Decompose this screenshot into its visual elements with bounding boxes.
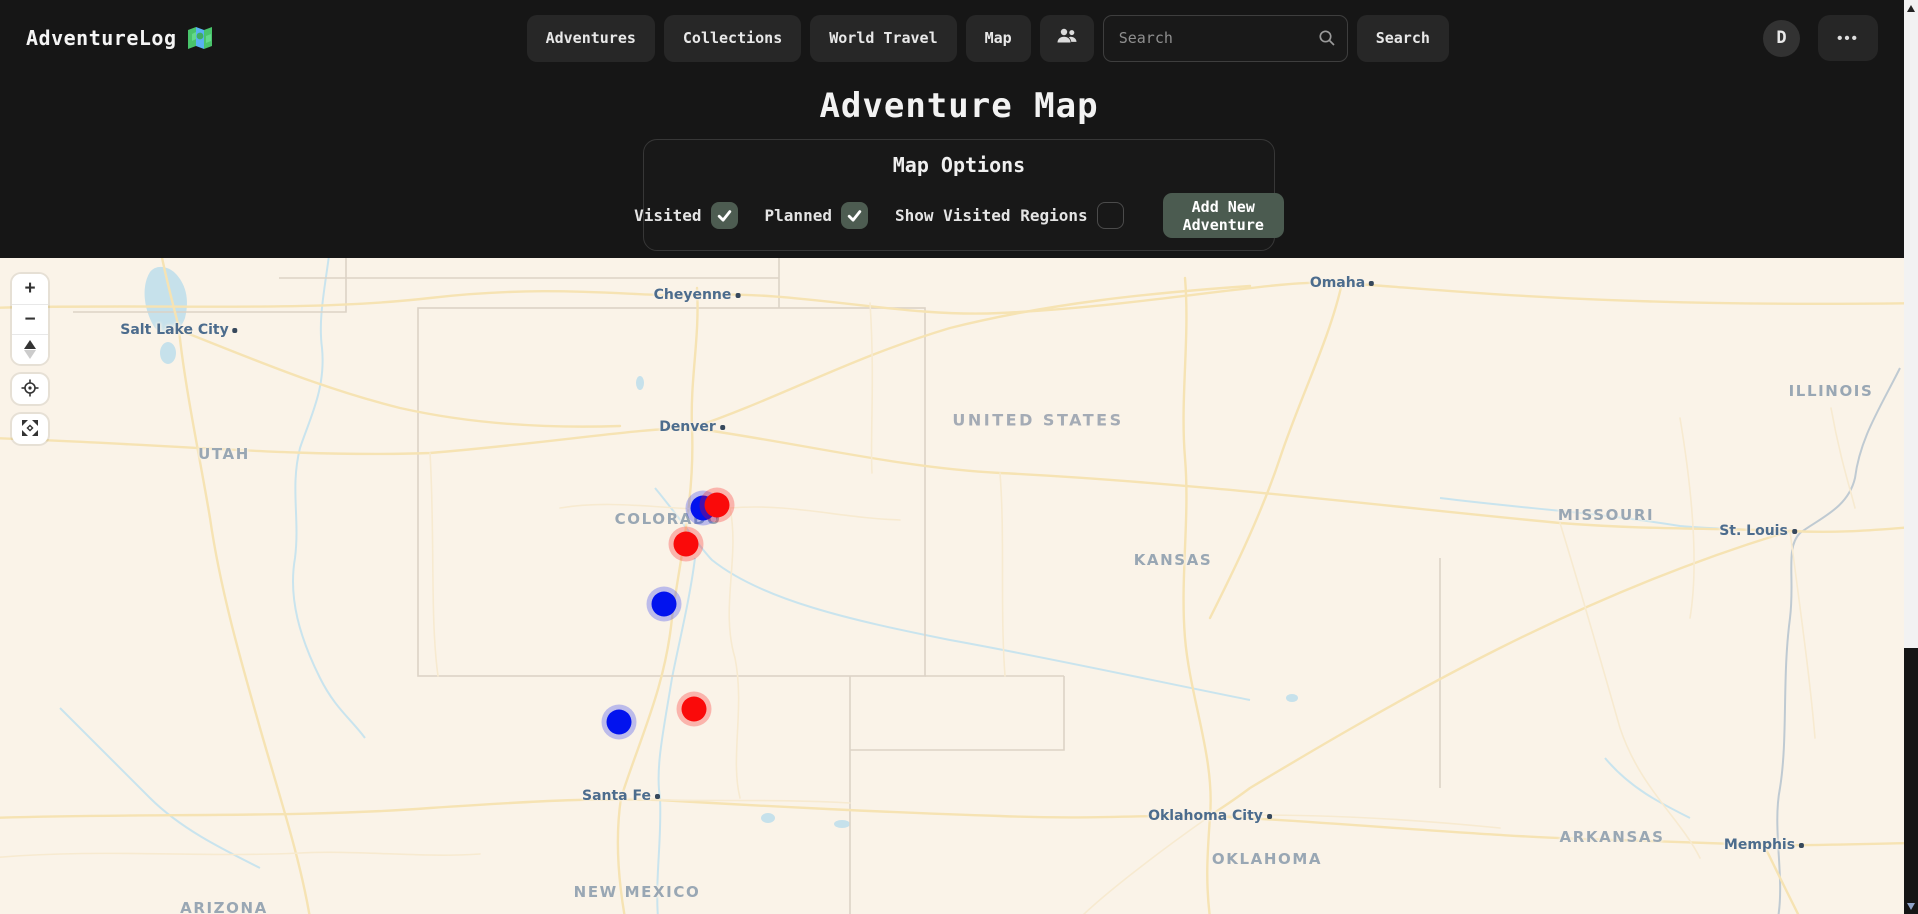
geolocate-button[interactable] xyxy=(12,374,48,404)
city-label-st--louis: St. Louis xyxy=(1719,523,1797,539)
state-label-arkansas: ARKANSAS xyxy=(1560,828,1665,846)
brand-name: AdventureLog xyxy=(26,26,177,50)
city-label-cheyenne-text: Cheyenne xyxy=(654,287,732,303)
state-label-new-mexico: NEW MEXICO xyxy=(574,883,701,901)
state-label-arizona: ARIZONA xyxy=(180,899,268,914)
toggle-show-visited-regions: Show Visited Regions xyxy=(895,202,1124,229)
state-label-oklahoma: OKLAHOMA xyxy=(1212,850,1322,868)
city-label-oklahoma-city-text: Oklahoma City xyxy=(1148,808,1263,824)
toggle-label: Planned xyxy=(765,206,832,225)
city-label-omaha: Omaha xyxy=(1310,275,1374,291)
city-dot xyxy=(720,425,725,430)
state-label-kansas: KANSAS xyxy=(1134,551,1213,569)
city-label-santa-fe-text: Santa Fe xyxy=(582,788,651,804)
state-label-missouri: MISSOURI xyxy=(1558,506,1654,524)
map-options-row: VisitedPlannedShow Visited RegionsAdd Ne… xyxy=(662,193,1256,238)
adventure-marker-blue[interactable] xyxy=(652,592,677,617)
visited-checkbox[interactable] xyxy=(711,202,738,229)
fullscreen-icon xyxy=(21,419,39,440)
state-label-kansas-text: KANSAS xyxy=(1134,551,1213,569)
search-button[interactable]: Search xyxy=(1357,15,1449,62)
city-dot xyxy=(233,328,238,333)
city-dot xyxy=(1799,843,1804,848)
add-new-adventure-button[interactable]: Add New Adventure xyxy=(1163,193,1284,238)
users-button[interactable] xyxy=(1040,15,1094,62)
state-label-arizona-text: ARIZONA xyxy=(180,899,268,914)
fullscreen-button[interactable] xyxy=(12,414,48,444)
zoom-in-button[interactable]: + xyxy=(12,274,48,304)
city-dot xyxy=(1792,529,1797,534)
toggle-label: Visited xyxy=(634,206,701,225)
nav-right: D ••• xyxy=(1763,15,1878,61)
state-label-illinois: ILLINOIS xyxy=(1789,382,1874,400)
users-icon xyxy=(1056,27,1078,49)
brand[interactable]: AdventureLog xyxy=(26,26,213,50)
city-label-salt-lake-city: Salt Lake City xyxy=(120,322,237,338)
city-label-santa-fe: Santa Fe xyxy=(582,788,660,804)
nav-adventures-button[interactable]: Adventures xyxy=(527,15,655,62)
compass-south-icon xyxy=(24,350,36,359)
nav-world-travel-button[interactable]: World Travel xyxy=(810,15,956,62)
state-label-arkansas-text: ARKANSAS xyxy=(1560,828,1665,846)
scroll-down-icon[interactable] xyxy=(1907,903,1915,910)
city-label-st--louis-text: St. Louis xyxy=(1719,523,1788,539)
search-input[interactable] xyxy=(1103,15,1348,62)
state-label-utah: UTAH xyxy=(198,445,250,463)
nav-links: Adventures Collections World Travel Map xyxy=(527,15,1449,62)
adventure-map[interactable]: UNITED STATESUTAHCOLORADOKANSASMISSOURII… xyxy=(0,258,1918,914)
scroll-up-icon[interactable] xyxy=(1907,5,1915,12)
planned-checkbox[interactable] xyxy=(841,202,868,229)
search-icon xyxy=(1318,29,1336,51)
state-label-missouri-text: MISSOURI xyxy=(1558,506,1654,524)
map-base-tiles xyxy=(0,258,1918,914)
toggle-planned: Planned xyxy=(765,202,868,229)
compass-button[interactable] xyxy=(12,334,48,364)
page-title: Adventure Map xyxy=(819,86,1098,126)
state-label-new-mexico-text: NEW MEXICO xyxy=(574,883,701,901)
state-label-illinois-text: ILLINOIS xyxy=(1789,382,1874,400)
city-label-salt-lake-city-text: Salt Lake City xyxy=(120,322,228,338)
show-visited-regions-checkbox[interactable] xyxy=(1097,202,1124,229)
map-options-card: Map Options VisitedPlannedShow Visited R… xyxy=(643,139,1275,251)
city-label-oklahoma-city: Oklahoma City xyxy=(1148,808,1272,824)
city-label-denver: Denver xyxy=(659,419,725,435)
map-zoom-controls: + − xyxy=(12,274,48,364)
toggle-label: Show Visited Regions xyxy=(895,206,1088,225)
search-field-wrap xyxy=(1103,15,1348,62)
city-dot xyxy=(1369,281,1374,286)
city-dot xyxy=(655,794,660,799)
avatar[interactable]: D xyxy=(1763,20,1800,57)
city-dot xyxy=(735,293,740,298)
city-label-memphis: Memphis xyxy=(1724,837,1804,853)
navbar: AdventureLog Adventures Collections Worl… xyxy=(0,0,1918,76)
adventure-marker-red[interactable] xyxy=(674,532,699,557)
page-scrollbar[interactable] xyxy=(1904,0,1918,914)
nav-map-button[interactable]: Map xyxy=(966,15,1031,62)
city-label-memphis-text: Memphis xyxy=(1724,837,1795,853)
city-label-cheyenne: Cheyenne xyxy=(654,287,741,303)
toggle-visited: Visited xyxy=(634,202,737,229)
nav-collections-button[interactable]: Collections xyxy=(664,15,801,62)
map-emoji-icon xyxy=(187,26,213,50)
scrollbar-thumb[interactable] xyxy=(1904,0,1918,648)
country-label-text: UNITED STATES xyxy=(952,411,1123,430)
adventure-marker-blue[interactable] xyxy=(607,710,632,735)
map-options-title: Map Options xyxy=(662,153,1256,177)
state-label-utah-text: UTAH xyxy=(198,445,250,463)
state-label-oklahoma-text: OKLAHOMA xyxy=(1212,850,1322,868)
country-label: UNITED STATES xyxy=(952,411,1123,430)
adventure-marker-red[interactable] xyxy=(682,697,707,722)
geolocate-icon xyxy=(21,379,39,400)
compass-north-icon xyxy=(24,340,36,349)
more-menu-button[interactable]: ••• xyxy=(1818,15,1878,61)
city-label-denver-text: Denver xyxy=(659,419,716,435)
hero-section: Adventure Map Map Options VisitedPlanned… xyxy=(0,76,1918,258)
city-dot xyxy=(1267,814,1272,819)
adventure-marker-red[interactable] xyxy=(705,493,730,518)
city-label-omaha-text: Omaha xyxy=(1310,275,1365,291)
zoom-out-button[interactable]: − xyxy=(12,304,48,334)
